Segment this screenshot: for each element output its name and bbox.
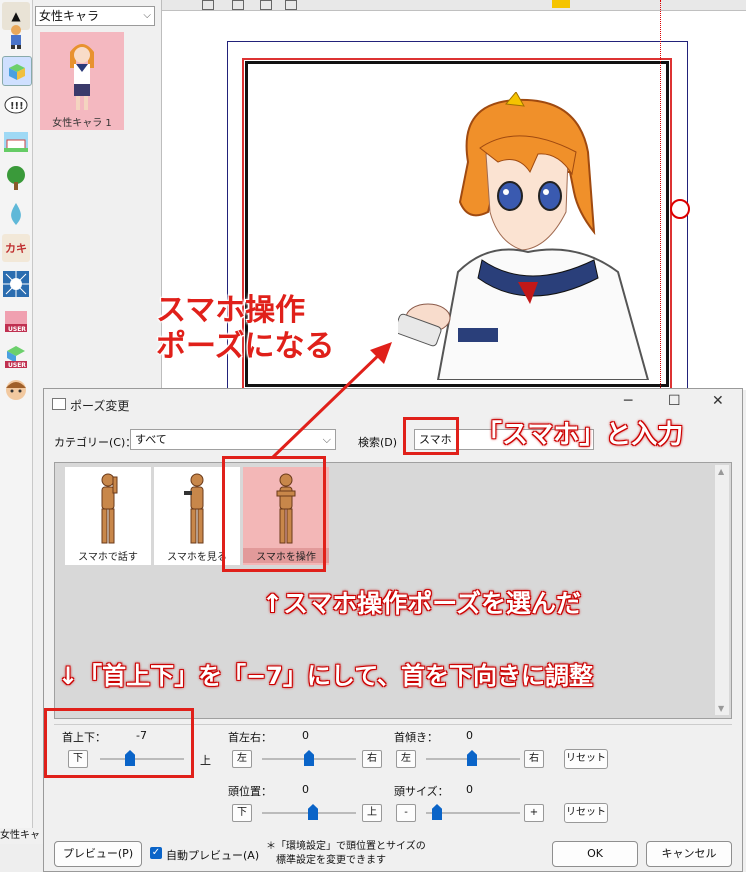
annotation-neck-hint: ↓「首上下」を「−7」にして、首を下向きに調整	[58, 662, 593, 690]
annotation-pose-hint: ↑スマホ操作ポーズを選んだ	[262, 589, 581, 618]
search-highlight-box	[403, 417, 459, 455]
annotation-search-hint: 「スマホ」と入力	[476, 420, 684, 450]
neck-highlight-box	[44, 708, 194, 778]
pose-highlight-box	[222, 456, 326, 572]
